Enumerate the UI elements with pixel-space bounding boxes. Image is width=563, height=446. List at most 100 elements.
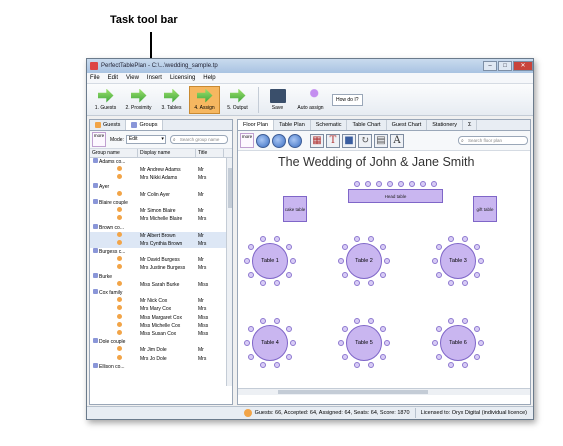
maximize-button[interactable]: □ — [498, 61, 512, 71]
seat[interactable] — [436, 326, 443, 333]
seat[interactable] — [274, 236, 281, 243]
round-table[interactable]: Table 3 — [440, 243, 476, 279]
how-do-i-button[interactable]: How do I? — [332, 93, 363, 106]
guest-row[interactable]: Mr Colin Ayer Mr — [90, 190, 232, 199]
seat[interactable] — [248, 271, 255, 278]
seat[interactable] — [462, 318, 469, 325]
seat[interactable] — [431, 181, 437, 187]
seat[interactable] — [384, 340, 390, 346]
tab-guest-chart[interactable]: Guest Chart — [387, 120, 428, 130]
seat[interactable] — [259, 236, 266, 243]
guest-row[interactable]: Mrs Michelle Blaire Mrs — [90, 215, 232, 223]
seat[interactable] — [447, 279, 454, 286]
seat[interactable] — [379, 353, 386, 360]
group-row[interactable]: Ellison co... — [90, 362, 232, 371]
seat[interactable] — [274, 279, 281, 286]
seat[interactable] — [379, 326, 386, 333]
round-table[interactable]: Table 6 — [440, 325, 476, 361]
tab-floor-plan[interactable]: Floor Plan — [238, 120, 275, 130]
seat[interactable] — [432, 258, 438, 264]
seat[interactable] — [342, 244, 349, 251]
floor-plan-canvas[interactable]: The Wedding of John & Jane Smith cake ta… — [238, 151, 530, 395]
seat[interactable] — [338, 340, 344, 346]
group-row[interactable]: Blaire couple — [90, 198, 232, 207]
seat[interactable] — [436, 271, 443, 278]
guest-row[interactable]: Miss Sarah Burke Miss — [90, 280, 232, 289]
seat[interactable] — [368, 279, 375, 286]
seat[interactable] — [274, 361, 281, 368]
guest-row[interactable]: Mrs Nikki Adams Mrs — [90, 174, 232, 182]
group-row[interactable]: Burgess c... — [90, 248, 232, 256]
guest-row[interactable]: Miss Susan Cox Miss — [90, 329, 232, 338]
auto-assign-button[interactable]: Auto assign — [295, 86, 326, 114]
guest-row[interactable]: Mr Jim Dole Mr — [90, 346, 232, 354]
seat[interactable] — [420, 181, 426, 187]
seat[interactable] — [473, 271, 480, 278]
seat[interactable] — [368, 318, 375, 325]
scrollbar-thumb[interactable] — [228, 168, 232, 208]
seat[interactable] — [354, 181, 360, 187]
more-button[interactable]: more — [92, 132, 106, 147]
tables-step-button[interactable]: 3. Tables — [156, 86, 187, 114]
guest-row[interactable]: Mrs Jo Dole Mrs — [90, 354, 232, 363]
seat[interactable] — [473, 326, 480, 333]
seat[interactable] — [244, 340, 250, 346]
seat[interactable] — [368, 361, 375, 368]
menu-help[interactable]: Help — [203, 75, 215, 81]
seat[interactable] — [432, 340, 438, 346]
rotate-icon[interactable]: ↻ — [358, 133, 372, 148]
group-row[interactable]: Burke — [90, 272, 232, 281]
seat[interactable] — [285, 244, 292, 251]
guests-step-button[interactable]: 1. Guests — [90, 86, 121, 114]
seat[interactable] — [248, 353, 255, 360]
floor-plan-search-input[interactable]: ⌕ Search floor plan — [458, 136, 528, 145]
seat[interactable] — [248, 326, 255, 333]
group-row[interactable]: Brown co... — [90, 223, 232, 232]
menu-insert[interactable]: Insert — [147, 75, 162, 81]
seat[interactable] — [462, 279, 469, 286]
column-display-name[interactable]: Display name — [138, 149, 196, 157]
seat[interactable] — [248, 244, 255, 251]
seat[interactable] — [342, 326, 349, 333]
scrollbar-thumb[interactable] — [278, 390, 428, 394]
seat[interactable] — [368, 236, 375, 243]
guest-row[interactable]: Mr David Burgess Mr — [90, 256, 232, 264]
tab-groups[interactable]: Groups — [126, 120, 164, 130]
seat[interactable] — [342, 353, 349, 360]
round-table[interactable]: Table 5 — [346, 325, 382, 361]
seat[interactable] — [376, 181, 382, 187]
tab-table-chart[interactable]: Table Chart — [347, 120, 387, 130]
horizontal-scrollbar[interactable] — [238, 388, 530, 395]
seat[interactable] — [447, 318, 454, 325]
group-search-input[interactable]: ⌕ Search group name — [169, 135, 228, 144]
tab-schematic[interactable]: Schematic — [311, 120, 348, 130]
seat[interactable] — [290, 258, 296, 264]
seat[interactable] — [436, 244, 443, 251]
seat[interactable] — [384, 258, 390, 264]
seat[interactable] — [473, 244, 480, 251]
guest-row[interactable]: Mrs Cynthia Brown Mrs — [90, 239, 232, 249]
round-table[interactable]: Table 2 — [346, 243, 382, 279]
seat[interactable] — [379, 271, 386, 278]
seat[interactable] — [447, 361, 454, 368]
vertical-scrollbar[interactable] — [226, 158, 232, 386]
seat[interactable] — [398, 181, 404, 187]
menu-licensing[interactable]: Licensing — [170, 75, 195, 81]
group-row[interactable]: Ayer — [90, 182, 232, 191]
guest-row[interactable]: Mr Albert Brown Mr — [90, 231, 232, 240]
round-table[interactable]: Table 1 — [252, 243, 288, 279]
mode-select[interactable]: Edit — [125, 135, 166, 144]
zoom-in-icon[interactable] — [272, 133, 286, 148]
zoom-out-icon[interactable] — [288, 133, 302, 148]
seat[interactable] — [462, 236, 469, 243]
seat[interactable] — [387, 181, 393, 187]
guest-row[interactable]: Mr Simon Blaire Mr — [90, 207, 232, 215]
seat[interactable] — [478, 340, 484, 346]
guest-row[interactable]: Miss Margaret Cox Miss — [90, 313, 232, 322]
seat[interactable] — [353, 318, 360, 325]
seat[interactable] — [353, 279, 360, 286]
group-row[interactable]: Dole couple — [90, 338, 232, 346]
seat[interactable] — [338, 258, 344, 264]
seat[interactable] — [290, 340, 296, 346]
group-row[interactable]: Cox family — [90, 289, 232, 297]
